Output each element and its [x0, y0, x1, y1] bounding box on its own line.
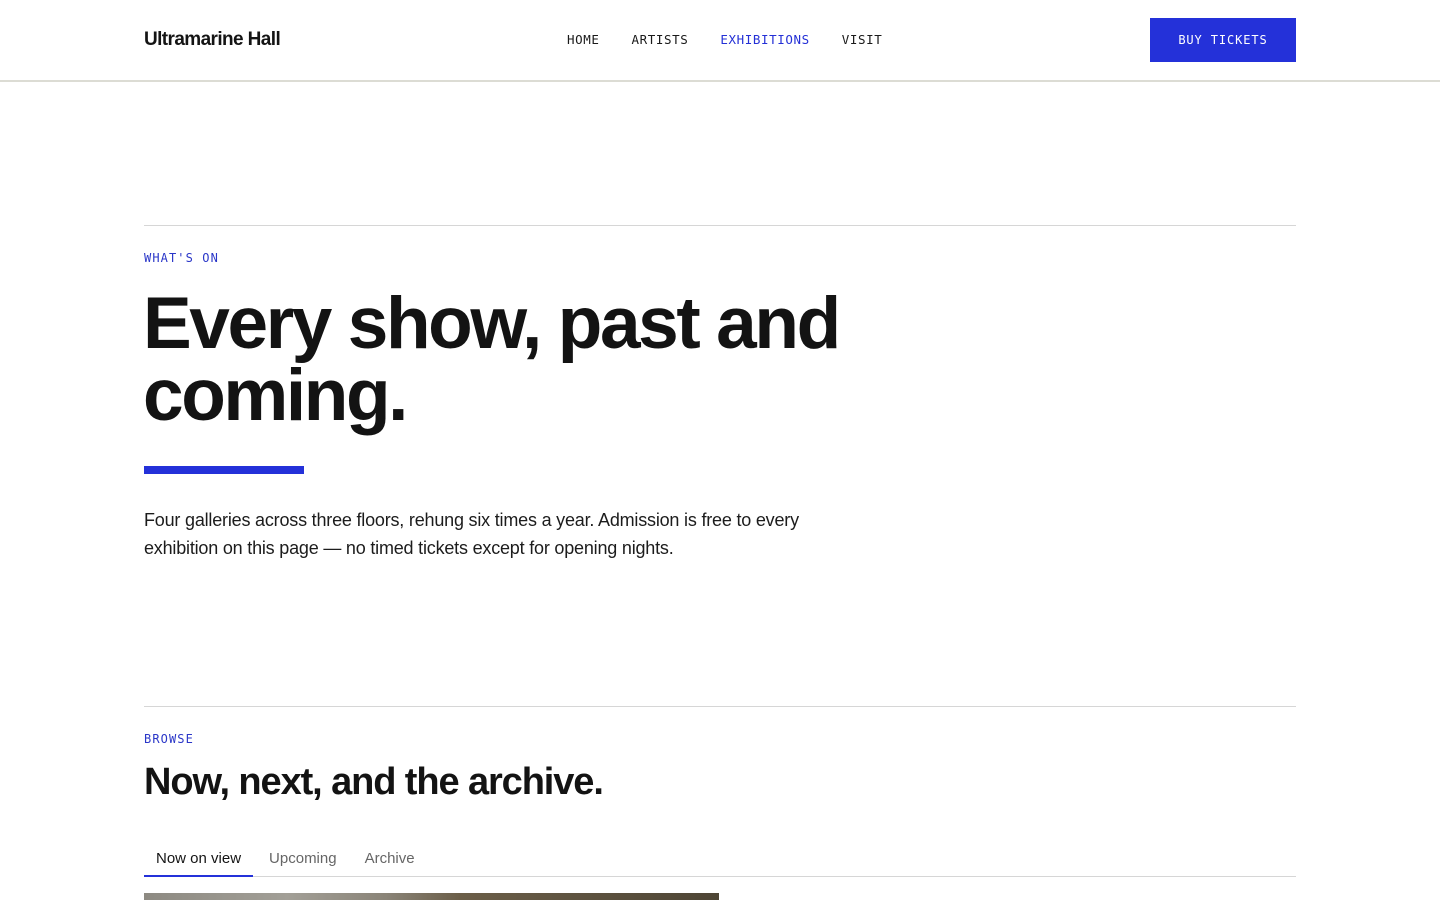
nav-item-visit[interactable]: VISIT: [842, 30, 883, 50]
nav-item-home[interactable]: HOME: [567, 30, 600, 50]
nav-item-exhibitions[interactable]: EXHIBITIONS: [720, 30, 809, 50]
browse-eyebrow: BROWSE: [144, 732, 194, 746]
tab-now-on-view[interactable]: Now on view: [144, 842, 254, 877]
tab-archive[interactable]: Archive: [353, 842, 427, 877]
hero-divider: [144, 225, 1296, 226]
hero-lede: Four galleries across three floors, rehu…: [144, 510, 799, 558]
main-nav: HOME ARTISTS EXHIBITIONS VISIT: [567, 30, 914, 50]
exhibition-card-image[interactable]: [144, 893, 719, 900]
tab-upcoming[interactable]: Upcoming: [257, 842, 349, 877]
browse-section-title: Now, next, and the archive.: [144, 761, 604, 803]
browse-divider: [144, 706, 1296, 707]
site-logo[interactable]: Ultramarine Hall: [144, 26, 281, 54]
page-title-line-2: coming.: [143, 355, 408, 436]
buy-tickets-button[interactable]: BUY TICKETS: [1150, 18, 1296, 62]
page-title-line-1: Every show, past and: [143, 283, 841, 364]
exhibition-tabs: Now on view Upcoming Archive: [144, 842, 1296, 877]
accent-bar: [144, 466, 304, 474]
nav-item-artists[interactable]: ARTISTS: [632, 30, 689, 50]
hero-eyebrow: WHAT'S ON: [144, 251, 219, 265]
page-title: Every show, past and coming.: [143, 287, 1003, 432]
site-header: Ultramarine Hall HOME ARTISTS EXHIBITION…: [0, 0, 1440, 82]
